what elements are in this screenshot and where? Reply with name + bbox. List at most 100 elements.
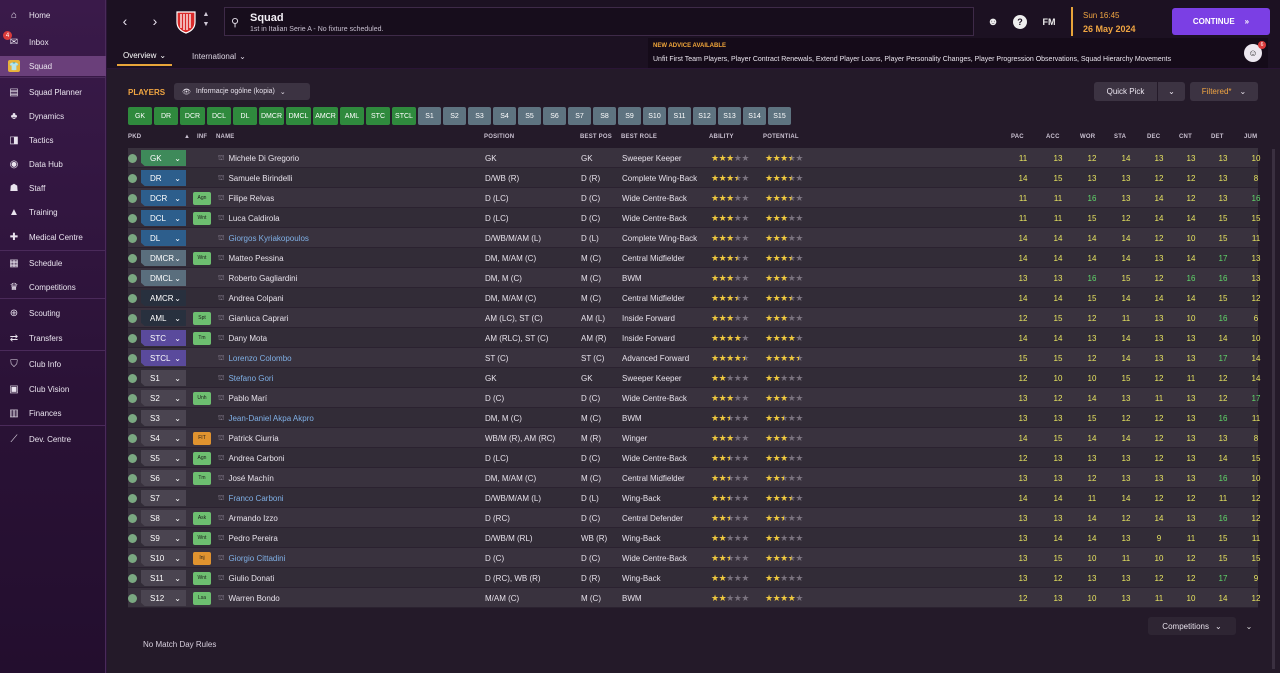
info-badge[interactable]: Ask <box>193 508 211 528</box>
help-icon[interactable]: ? <box>1013 15 1027 29</box>
advice-banner[interactable]: NEW ADVICE AVAILABLE Unfit First Team Pl… <box>648 38 1268 68</box>
info-badge[interactable]: Wnt <box>193 248 211 268</box>
player-position-select[interactable]: S8 ⌄ <box>141 508 186 528</box>
player-name[interactable]: ⛫ Stefano Gori <box>218 368 478 388</box>
picked-check-icon[interactable] <box>128 348 138 368</box>
table-row[interactable]: S8 ⌄ Ask ⛫ Armando Izzo D (RC) D (C) Central De… <box>128 508 1260 528</box>
col-pkd[interactable]: PKD <box>128 134 141 140</box>
player-position-select[interactable]: AML ⌄ <box>141 308 186 328</box>
info-badge[interactable]: Spt <box>193 308 211 328</box>
player-position-select[interactable]: S7 ⌄ <box>141 488 186 508</box>
col-position[interactable]: POSITION <box>484 134 514 140</box>
info-badge[interactable]: Wnt <box>193 208 211 228</box>
player-position-select[interactable]: DL ⌄ <box>141 228 186 248</box>
picked-check-icon[interactable] <box>128 488 138 508</box>
tab-international[interactable]: International ⌄ <box>186 46 252 66</box>
player-name[interactable]: ⛫ Roberto Gagliardini <box>218 268 478 288</box>
sidebar-item-home[interactable]: ⌂ Home <box>0 5 106 25</box>
table-row[interactable]: AMCR ⌄ ⛫ Andrea Colpani DM, M/AM (C) M (C) Cen… <box>128 288 1260 308</box>
sub-button-s15[interactable]: S15 <box>768 107 791 125</box>
table-row[interactable]: S11 ⌄ Wnt ⛫ Giulio Donati D (RC), WB (R) D (R)… <box>128 568 1258 588</box>
player-name[interactable]: ⛫ José Machín <box>218 468 478 488</box>
col-pac[interactable]: PAC <box>1011 134 1024 140</box>
picked-check-icon[interactable] <box>128 368 138 388</box>
col-acc[interactable]: ACC <box>1046 134 1060 140</box>
player-position-select[interactable]: STCL ⌄ <box>141 348 186 368</box>
expand-chevron-icon[interactable]: ⌄ <box>1241 617 1257 635</box>
sidebar-item-tactics[interactable]: ◨ Tactics <box>0 130 106 150</box>
position-button-dmcl[interactable]: DMCL <box>286 107 311 125</box>
player-position-select[interactable]: S3 ⌄ <box>141 408 186 428</box>
table-row[interactable]: AML ⌄ Spt ⛫ Gianluca Caprari AM (LC), ST (C) A… <box>128 308 1258 328</box>
player-name[interactable]: ⛫ Jean-Daniel Akpa Akpro <box>218 408 478 428</box>
player-name[interactable]: ⛫ Samuele Birindelli <box>218 168 478 188</box>
info-badge[interactable]: Agn <box>193 188 211 208</box>
sidebar-item-dynamics[interactable]: ♣ Dynamics <box>0 106 106 126</box>
tab-overview[interactable]: Overview ⌄ <box>117 46 173 66</box>
info-badge[interactable]: Tm <box>193 328 211 348</box>
col-wor[interactable]: WOR <box>1080 134 1095 140</box>
sidebar-item-scouting[interactable]: ⊕ Scouting <box>0 303 106 323</box>
table-row[interactable]: DMCL ⌄ ⛫ Roberto Gagliardini DM, M (C) M (C) B… <box>128 268 1260 288</box>
player-name[interactable]: ⛫ Luca Caldirola <box>218 208 478 228</box>
table-row[interactable]: S5 ⌄ Agn ⛫ Andrea Carboni D (LC) D (C) Wide Cen… <box>128 448 1260 468</box>
continue-button[interactable]: CONTINUE » <box>1172 8 1270 35</box>
sidebar-item-competitions[interactable]: ♛ Competitions <box>0 277 106 297</box>
player-position-select[interactable]: DMCR ⌄ <box>141 248 186 268</box>
position-button-stc[interactable]: STC <box>366 107 390 125</box>
player-name[interactable]: ⛫ Franco Carboni <box>218 488 478 508</box>
table-scrollbar[interactable] <box>1272 149 1275 669</box>
table-row[interactable]: DL ⌄ ⛫ Giorgos Kyriakopoulos D/WB/M/AM (L) D … <box>128 228 1260 248</box>
picked-check-icon[interactable] <box>128 328 138 348</box>
position-button-dmcr[interactable]: DMCR <box>259 107 284 125</box>
sidebar-item-schedule[interactable]: ▦ Schedule <box>0 253 106 273</box>
position-button-stcl[interactable]: STCL <box>392 107 416 125</box>
picked-check-icon[interactable] <box>128 448 138 468</box>
col-potential[interactable]: POTENTIAL <box>763 134 799 140</box>
picked-check-icon[interactable] <box>128 208 138 228</box>
player-position-select[interactable]: S10 ⌄ <box>141 548 186 568</box>
sidebar-item-inbox[interactable]: ✉ Inbox <box>0 32 106 52</box>
picked-check-icon[interactable] <box>128 288 138 308</box>
table-row[interactable]: S1 ⌄ ⛫ Stefano Gori GK GK Sweeper Keeper ★ ★ ★ ★ ★ ★… <box>128 368 1260 388</box>
player-name[interactable]: ⛫ Pablo Marí <box>218 388 478 408</box>
position-button-aml[interactable]: AML <box>340 107 364 125</box>
sub-button-s7[interactable]: S7 <box>568 107 591 125</box>
col-name[interactable]: NAME <box>216 134 234 140</box>
sub-button-s10[interactable]: S10 <box>643 107 666 125</box>
table-row[interactable]: GK ⌄ ⛫ Michele Di Gregorio GK GK Sweeper Keepe… <box>128 148 1260 168</box>
sub-button-s9[interactable]: S9 <box>618 107 641 125</box>
sub-button-s6[interactable]: S6 <box>543 107 566 125</box>
player-position-select[interactable]: STC ⌄ <box>141 328 186 348</box>
table-row[interactable]: DCL ⌄ Wnt ⛫ Luca Caldirola D (LC) D (C) Wide Ce… <box>128 208 1260 228</box>
picked-check-icon[interactable] <box>128 468 138 488</box>
player-position-select[interactable]: DMCL ⌄ <box>141 268 186 288</box>
player-name[interactable]: ⛫ Lorenzo Colombo <box>218 348 478 368</box>
table-row[interactable]: S4 ⌄ FIT ⛫ Patrick Ciurria WB/M (R), AM (RC) M… <box>128 428 1258 448</box>
picked-check-icon[interactable] <box>128 408 138 428</box>
picked-check-icon[interactable] <box>128 268 138 288</box>
picked-check-icon[interactable] <box>128 568 138 588</box>
sub-button-s14[interactable]: S14 <box>743 107 766 125</box>
sub-button-s13[interactable]: S13 <box>718 107 741 125</box>
picked-check-icon[interactable] <box>128 188 138 208</box>
table-row[interactable]: S12 ⌄ Lsa ⛫ Warren Bondo M/AM (C) M (C) BWM ★ ★ ★ ★… <box>128 588 1260 608</box>
sidebar-item-transfers[interactable]: ⇄ Transfers <box>0 328 106 348</box>
table-row[interactable]: S6 ⌄ Tm ⛫ José Machín DM, M/AM (C) M (C) Centra… <box>128 468 1260 488</box>
forward-button[interactable]: › <box>145 10 165 32</box>
player-name[interactable]: ⛫ Filipe Relvas <box>218 188 478 208</box>
sidebar-item-dev-centre[interactable]: ⟋ Dev. Centre <box>0 429 106 449</box>
col-best-pos[interactable]: BEST POS <box>580 134 612 140</box>
picked-check-icon[interactable] <box>128 588 138 608</box>
table-row[interactable]: S3 ⌄ ⛫ Jean-Daniel Akpa Akpro DM, M (C) M (C)… <box>128 408 1260 428</box>
table-row[interactable]: S2 ⌄ Unh ⛫ Pablo Marí D (C) D (C) Wide Centre-B… <box>128 388 1260 408</box>
player-position-select[interactable]: AMCR ⌄ <box>141 288 186 308</box>
col-sta[interactable]: STA <box>1114 134 1126 140</box>
player-position-select[interactable]: DCL ⌄ <box>141 208 186 228</box>
picked-check-icon[interactable] <box>128 428 138 448</box>
player-name[interactable]: ⛫ Pedro Pereira <box>218 528 478 548</box>
info-badge[interactable]: Unh <box>193 388 211 408</box>
view-select[interactable]: 👁 Informacje ogólne (kopia) ⌄ <box>174 83 310 100</box>
player-name[interactable]: ⛫ Matteo Pessina <box>218 248 478 268</box>
player-name[interactable]: ⛫ Armando Izzo <box>218 508 478 528</box>
